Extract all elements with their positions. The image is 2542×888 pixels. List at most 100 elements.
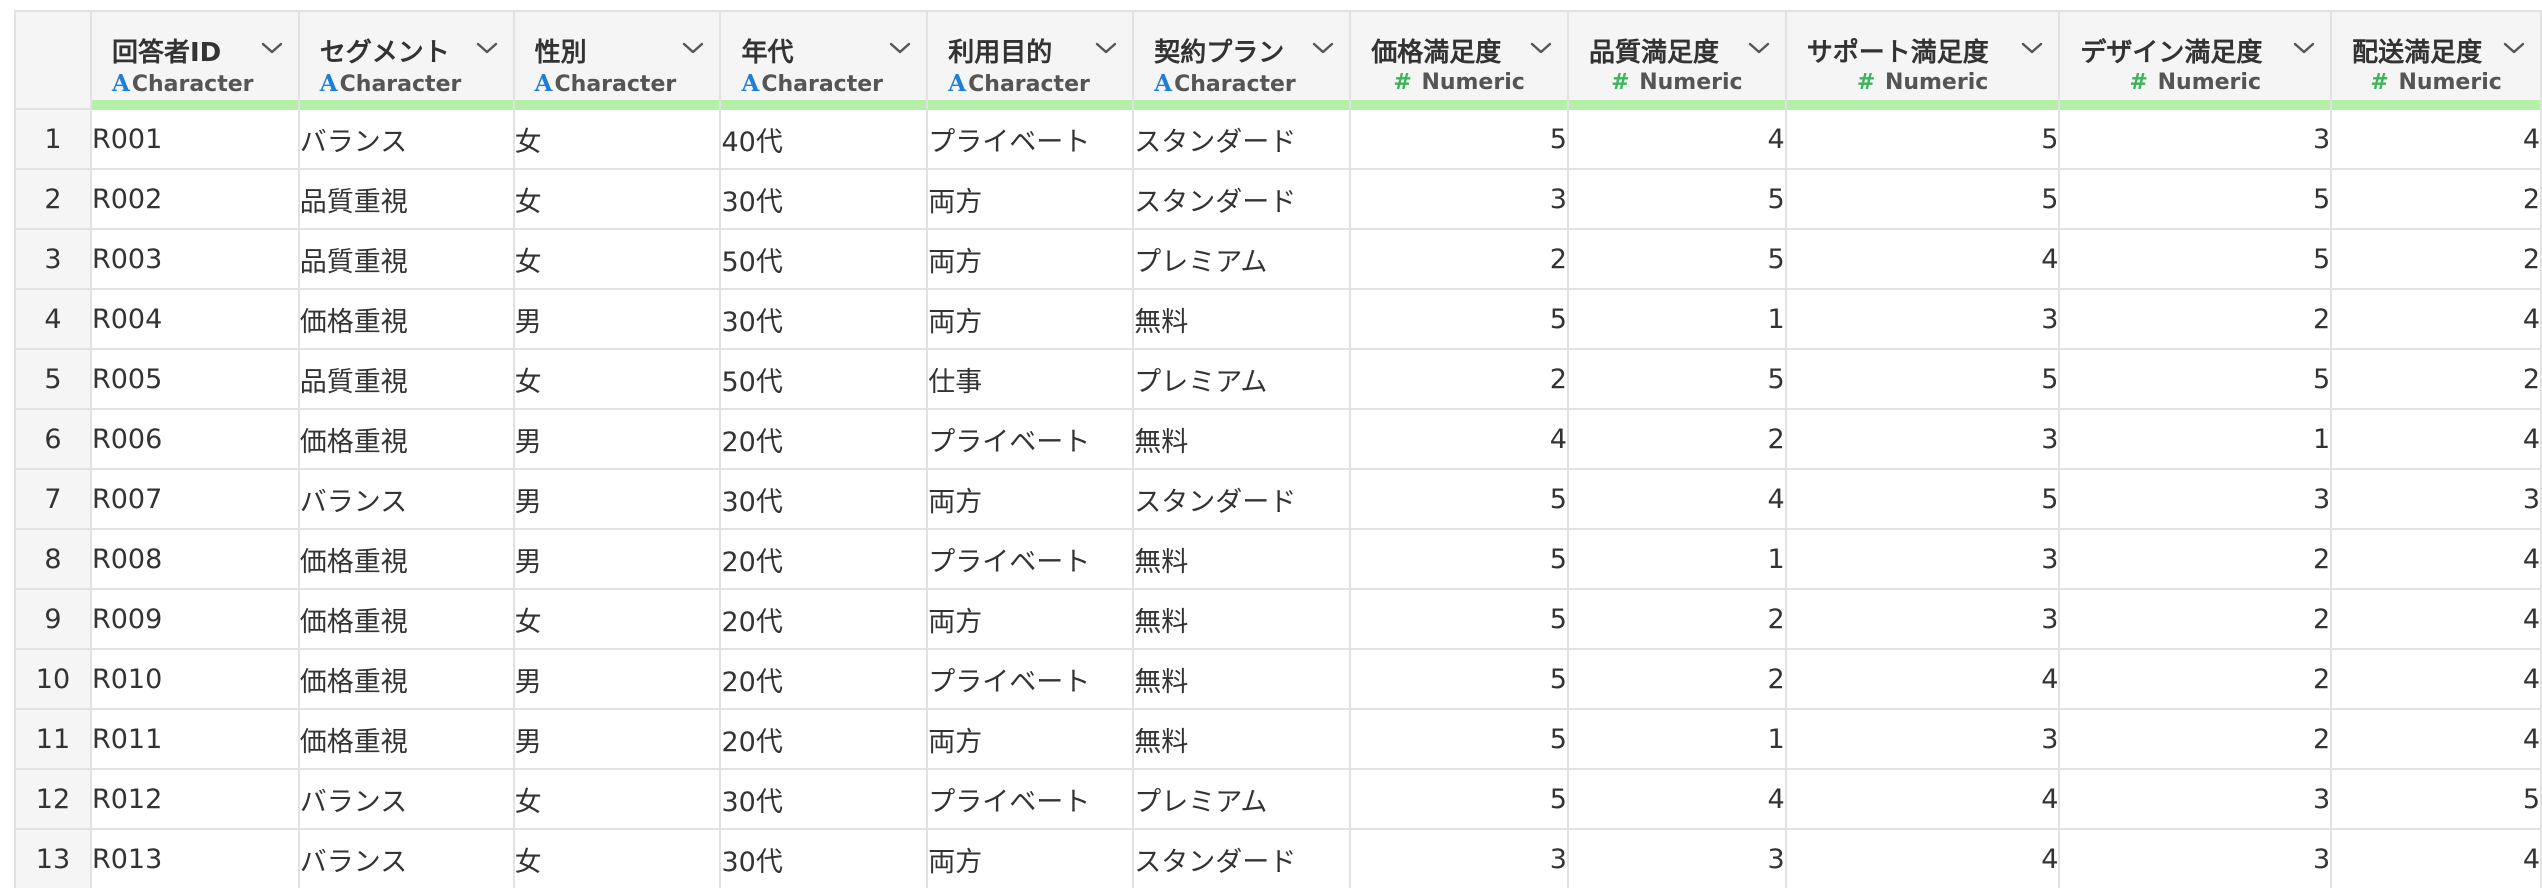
table-cell[interactable]: 両方	[926, 708, 1135, 770]
table-row[interactable]: 12 R012 バランス女 30代 プライベート プレミアム 5 4 4 3 5	[14, 768, 2542, 830]
table-cell[interactable]: 女	[512, 588, 722, 650]
table-cell[interactable]: 4	[1566, 468, 1787, 530]
table-cell[interactable]: 3	[1784, 588, 2061, 650]
table-cell[interactable]: 5	[1349, 768, 1569, 830]
table-cell[interactable]: 30代	[719, 468, 929, 530]
table-cell[interactable]: 5	[1566, 168, 1787, 230]
chevron-down-icon[interactable]	[1094, 40, 1118, 56]
table-cell[interactable]: プライベート	[926, 108, 1135, 170]
column-header[interactable]: 年代 ACharacter	[719, 10, 929, 110]
table-cell[interactable]: 両方	[926, 588, 1135, 650]
table-cell[interactable]: 5	[1349, 468, 1569, 530]
table-cell[interactable]: スタンダード	[1132, 828, 1352, 888]
table-cell[interactable]: 4	[1566, 768, 1787, 830]
column-header[interactable]: 回答者ID ACharacter	[89, 10, 300, 110]
table-row[interactable]: 7 R007 バランス男 30代 両方 スタンダード 5 4 5 3 3	[14, 468, 2542, 530]
table-cell[interactable]: 5	[1784, 468, 2061, 530]
table-cell[interactable]: 4	[1566, 108, 1787, 170]
table-cell[interactable]: 品質重視	[297, 228, 515, 290]
table-cell[interactable]: 5	[1566, 348, 1787, 410]
table-cell[interactable]: 4	[2330, 288, 2542, 350]
table-cell[interactable]: 2	[1566, 408, 1787, 470]
table-cell[interactable]: 5	[1349, 108, 1569, 170]
table-cell[interactable]: 4	[1784, 768, 2061, 830]
table-cell[interactable]: バランス	[297, 108, 515, 170]
table-cell[interactable]: 2	[2058, 288, 2333, 350]
table-cell[interactable]: 価格重視	[297, 648, 515, 710]
table-cell[interactable]: バランス	[297, 828, 515, 888]
table-cell[interactable]: 20代	[719, 408, 929, 470]
table-cell[interactable]: 両方	[926, 828, 1135, 888]
table-cell[interactable]: 20代	[719, 528, 929, 590]
table-cell[interactable]: 2	[2058, 528, 2333, 590]
table-cell[interactable]: R008	[89, 528, 300, 590]
column-header[interactable]: 配送満足度 # Numeric	[2330, 10, 2542, 110]
table-row[interactable]: 3 R003 品質重視女 50代 両方 プレミアム 2 5 4 5 2	[14, 228, 2542, 290]
table-row[interactable]: 2 R002 品質重視女 30代 両方 スタンダード 3 5 5 5 2	[14, 168, 2542, 230]
chevron-down-icon[interactable]	[2020, 40, 2044, 56]
table-cell[interactable]: 男	[512, 288, 722, 350]
chevron-down-icon[interactable]	[1529, 40, 1553, 56]
table-cell[interactable]: 50代	[719, 228, 929, 290]
table-row[interactable]: 1 R001 バランス女 40代 プライベート スタンダード 5 4 5 3 4	[14, 108, 2542, 170]
table-cell[interactable]: 2	[2330, 168, 2542, 230]
table-cell[interactable]: バランス	[297, 468, 515, 530]
table-cell[interactable]: 4	[2330, 828, 2542, 888]
table-cell[interactable]: プライベート	[926, 648, 1135, 710]
table-cell[interactable]: 無料	[1132, 288, 1352, 350]
table-cell[interactable]: 4	[2330, 588, 2542, 650]
table-cell[interactable]: 5	[2330, 768, 2542, 830]
table-cell[interactable]: 5	[1784, 348, 2061, 410]
table-cell[interactable]: 5	[1784, 108, 2061, 170]
table-cell[interactable]: 40代	[719, 108, 929, 170]
table-cell[interactable]: 3	[2058, 828, 2333, 888]
table-cell[interactable]: R004	[89, 288, 300, 350]
table-cell[interactable]: 2	[2330, 348, 2542, 410]
table-cell[interactable]: 価格重視	[297, 528, 515, 590]
table-cell[interactable]: 3	[2058, 768, 2333, 830]
table-cell[interactable]: R011	[89, 708, 300, 770]
table-row[interactable]: 9 R009 価格重視女 20代 両方 無料 5 2 3 2 4	[14, 588, 2542, 650]
column-header[interactable]: サポート満足度 # Numeric	[1784, 10, 2061, 110]
table-cell[interactable]: 4	[2330, 528, 2542, 590]
table-row[interactable]: 8 R008 価格重視男 20代 プライベート 無料 5 1 3 2 4	[14, 528, 2542, 590]
table-cell[interactable]: 女	[512, 228, 722, 290]
table-cell[interactable]: 無料	[1132, 528, 1352, 590]
table-cell[interactable]: 5	[1349, 288, 1569, 350]
table-cell[interactable]: 3	[1784, 528, 2061, 590]
column-header[interactable]: 性別 ACharacter	[512, 10, 722, 110]
table-cell[interactable]: 無料	[1132, 408, 1352, 470]
table-cell[interactable]: 2	[2058, 708, 2333, 770]
table-cell[interactable]: 30代	[719, 168, 929, 230]
column-header[interactable]: 利用目的 ACharacter	[926, 10, 1135, 110]
table-cell[interactable]: 4	[1784, 828, 2061, 888]
table-cell[interactable]: 品質重視	[297, 168, 515, 230]
table-cell[interactable]: 3	[1784, 288, 2061, 350]
table-cell[interactable]: 女	[512, 768, 722, 830]
table-row[interactable]: 6 R006 価格重視男 20代 プライベート 無料 4 2 3 1 4	[14, 408, 2542, 470]
column-header[interactable]: デザイン満足度 # Numeric	[2058, 10, 2333, 110]
table-cell[interactable]: R001	[89, 108, 300, 170]
table-cell[interactable]: 3	[2330, 468, 2542, 530]
table-cell[interactable]: 無料	[1132, 588, 1352, 650]
table-cell[interactable]: 2	[2058, 648, 2333, 710]
table-cell[interactable]: 3	[2058, 108, 2333, 170]
table-cell[interactable]: 4	[1349, 408, 1569, 470]
table-cell[interactable]: 女	[512, 828, 722, 888]
table-cell[interactable]: 男	[512, 468, 722, 530]
table-cell[interactable]: R012	[89, 768, 300, 830]
table-cell[interactable]: スタンダード	[1132, 108, 1352, 170]
table-cell[interactable]: 3	[1784, 708, 2061, 770]
table-cell[interactable]: 仕事	[926, 348, 1135, 410]
table-cell[interactable]: 2	[1566, 648, 1787, 710]
table-cell[interactable]: 品質重視	[297, 348, 515, 410]
column-header[interactable]: 品質満足度 # Numeric	[1566, 10, 1787, 110]
table-cell[interactable]: 女	[512, 108, 722, 170]
table-cell[interactable]: 4	[1784, 648, 2061, 710]
table-cell[interactable]: 30代	[719, 828, 929, 888]
chevron-down-icon[interactable]	[1311, 40, 1335, 56]
table-cell[interactable]: 価格重視	[297, 588, 515, 650]
table-cell[interactable]: R003	[89, 228, 300, 290]
table-cell[interactable]: 20代	[719, 588, 929, 650]
table-cell[interactable]: 5	[1349, 648, 1569, 710]
